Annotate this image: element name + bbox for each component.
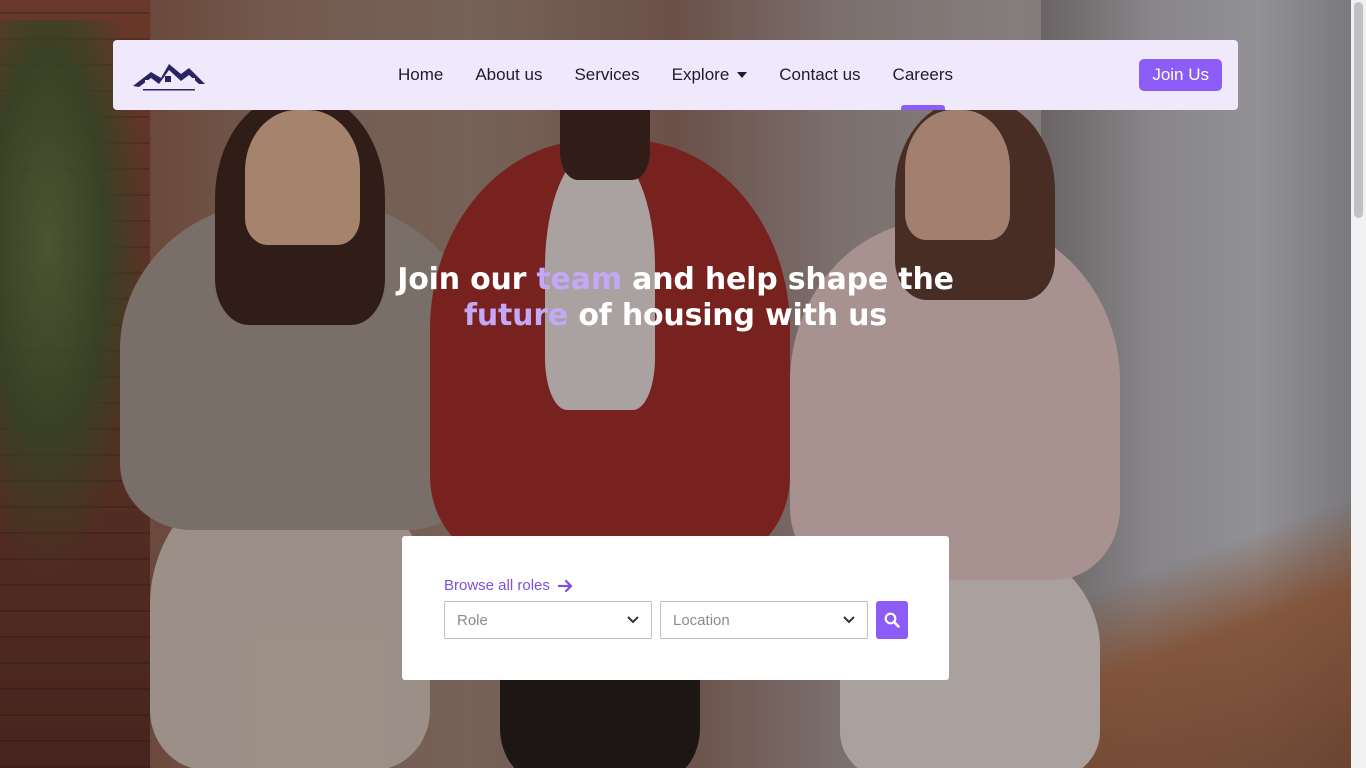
hero-title-part2: and help shape the [621,262,954,297]
nav-services-label: Services [574,65,640,84]
navbar: Home About us Services Explore Contact u… [113,40,1238,110]
search-button[interactable] [876,601,908,639]
chevron-down-icon [627,616,639,624]
chevron-down-icon [843,616,855,624]
location-select-placeholder: Location [673,611,730,629]
page-scrollbar[interactable] [1351,0,1366,768]
nav-contact[interactable]: Contact us [763,40,876,110]
join-us-button[interactable]: Join Us [1139,59,1222,91]
nav-home-label: Home [397,65,444,84]
location-select[interactable]: Location [660,601,868,639]
arrow-right-icon [557,579,572,592]
nav-careers[interactable]: Careers [877,40,969,110]
hero-title: Join our team and help shape the future … [0,262,1351,334]
hero-title-part1: Join our [397,262,537,297]
browse-all-roles-label: Browse all roles [444,577,550,594]
nav-services[interactable]: Services [558,40,655,110]
hero-title-part3: of housing with us [568,298,887,333]
nav-explore-dropdown[interactable]: Explore [656,40,764,110]
caret-down-icon [737,72,748,78]
scrollbar-thumb[interactable] [1354,2,1363,218]
role-select-placeholder: Role [457,611,488,629]
nav-links: Home About us Services Explore Contact u… [113,40,1238,110]
nav-careers-label: Careers [892,65,954,84]
join-us-label: Join Us [1152,65,1209,84]
nav-contact-label: Contact us [779,65,861,84]
nav-explore-label: Explore [671,65,730,84]
nav-about-label: About us [475,65,543,84]
nav-home[interactable]: Home [382,40,459,110]
role-select[interactable]: Role [444,601,652,639]
hero-title-accent-team: team [536,262,623,297]
search-icon [884,612,900,628]
nav-about[interactable]: About us [459,40,558,110]
hero-title-accent-future: future [464,298,569,333]
job-search-card: Browse all roles Role Location [402,536,949,680]
browse-all-roles-link[interactable]: Browse all roles [444,577,574,594]
